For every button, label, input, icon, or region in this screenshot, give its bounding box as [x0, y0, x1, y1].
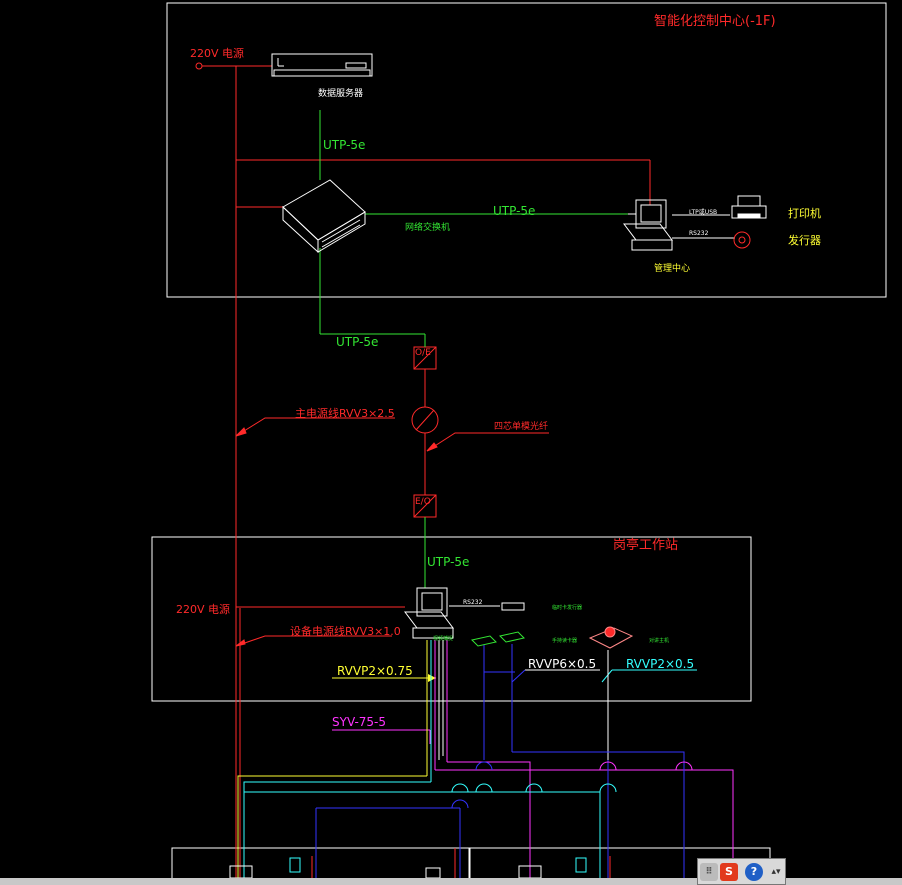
rvvp6-05-label: RVVP6×0.5	[528, 657, 597, 671]
control-center-frame	[166, 2, 887, 298]
video-capture-label: 视频捕捉	[433, 636, 454, 642]
handheld-reader-icon	[471, 631, 525, 647]
issuer-label: 发行器	[788, 234, 821, 247]
rvvp2-05-label: RVVP2×0.5	[626, 657, 695, 671]
main-power-cable-label: 主电源线RVV3×2.5	[295, 407, 395, 420]
fiber-label: 四芯单模光纤	[494, 422, 549, 432]
mgmt-center-label: 管理中心	[654, 264, 691, 274]
power-lines	[195, 62, 651, 880]
handheld-reader-label: 手持读卡器	[552, 638, 578, 644]
lower-devices	[229, 857, 587, 879]
eo-label: E/O	[415, 497, 431, 507]
sogou-icon[interactable]: S	[720, 863, 738, 881]
card-dispenser-label: 临时卡发行器	[552, 605, 583, 611]
printer-icon	[731, 195, 767, 219]
utp-label-down: UTP-5e	[336, 335, 379, 349]
network-lines	[319, 110, 628, 588]
station-pc-icon	[404, 587, 454, 639]
help-icon[interactable]: ?	[745, 863, 763, 881]
power-label-top: 220V 电源	[190, 47, 245, 60]
data-server-icon	[271, 53, 373, 77]
power-label-station: 220V 电源	[176, 603, 231, 616]
pin-icon[interactable]: ▴▾	[767, 863, 785, 881]
server-label: 数据服务器	[318, 89, 364, 99]
cad-drawing	[151, 2, 887, 885]
management-pc-icon	[623, 199, 673, 251]
printer-label: 打印机	[788, 207, 821, 220]
page-title: 智能化控制中心(-1F)	[654, 14, 776, 29]
syv-label: SYV-75-5	[332, 715, 387, 729]
rvvp2-075-label: RVVP2×0.75	[337, 664, 413, 678]
utp-label-mgmt: UTP-5e	[493, 204, 536, 218]
printer-port-label: LTP或USB	[689, 209, 718, 216]
utp-label-station: UTP-5e	[427, 555, 470, 569]
switch-label: 网络交换机	[405, 223, 451, 233]
intercom-label: 对讲主机	[649, 638, 670, 644]
grid-icon[interactable]: ⠿	[700, 863, 718, 881]
card-issuer-icon	[733, 231, 751, 249]
utp-label-server: UTP-5e	[323, 138, 366, 152]
network-switch-icon	[282, 179, 366, 254]
oe-label: O/E	[415, 348, 431, 358]
device-power-cable-label: 设备电源线RVV3×1.0	[290, 625, 401, 638]
guard-station-label: 岗亭工作站	[613, 538, 679, 553]
rs232-station-label: RS232	[463, 599, 483, 606]
ime-toolbar[interactable]: ⠿ S ? ▴▾	[697, 858, 786, 885]
rs232-top-label: RS232	[689, 230, 709, 237]
intercom-icon	[588, 626, 634, 649]
